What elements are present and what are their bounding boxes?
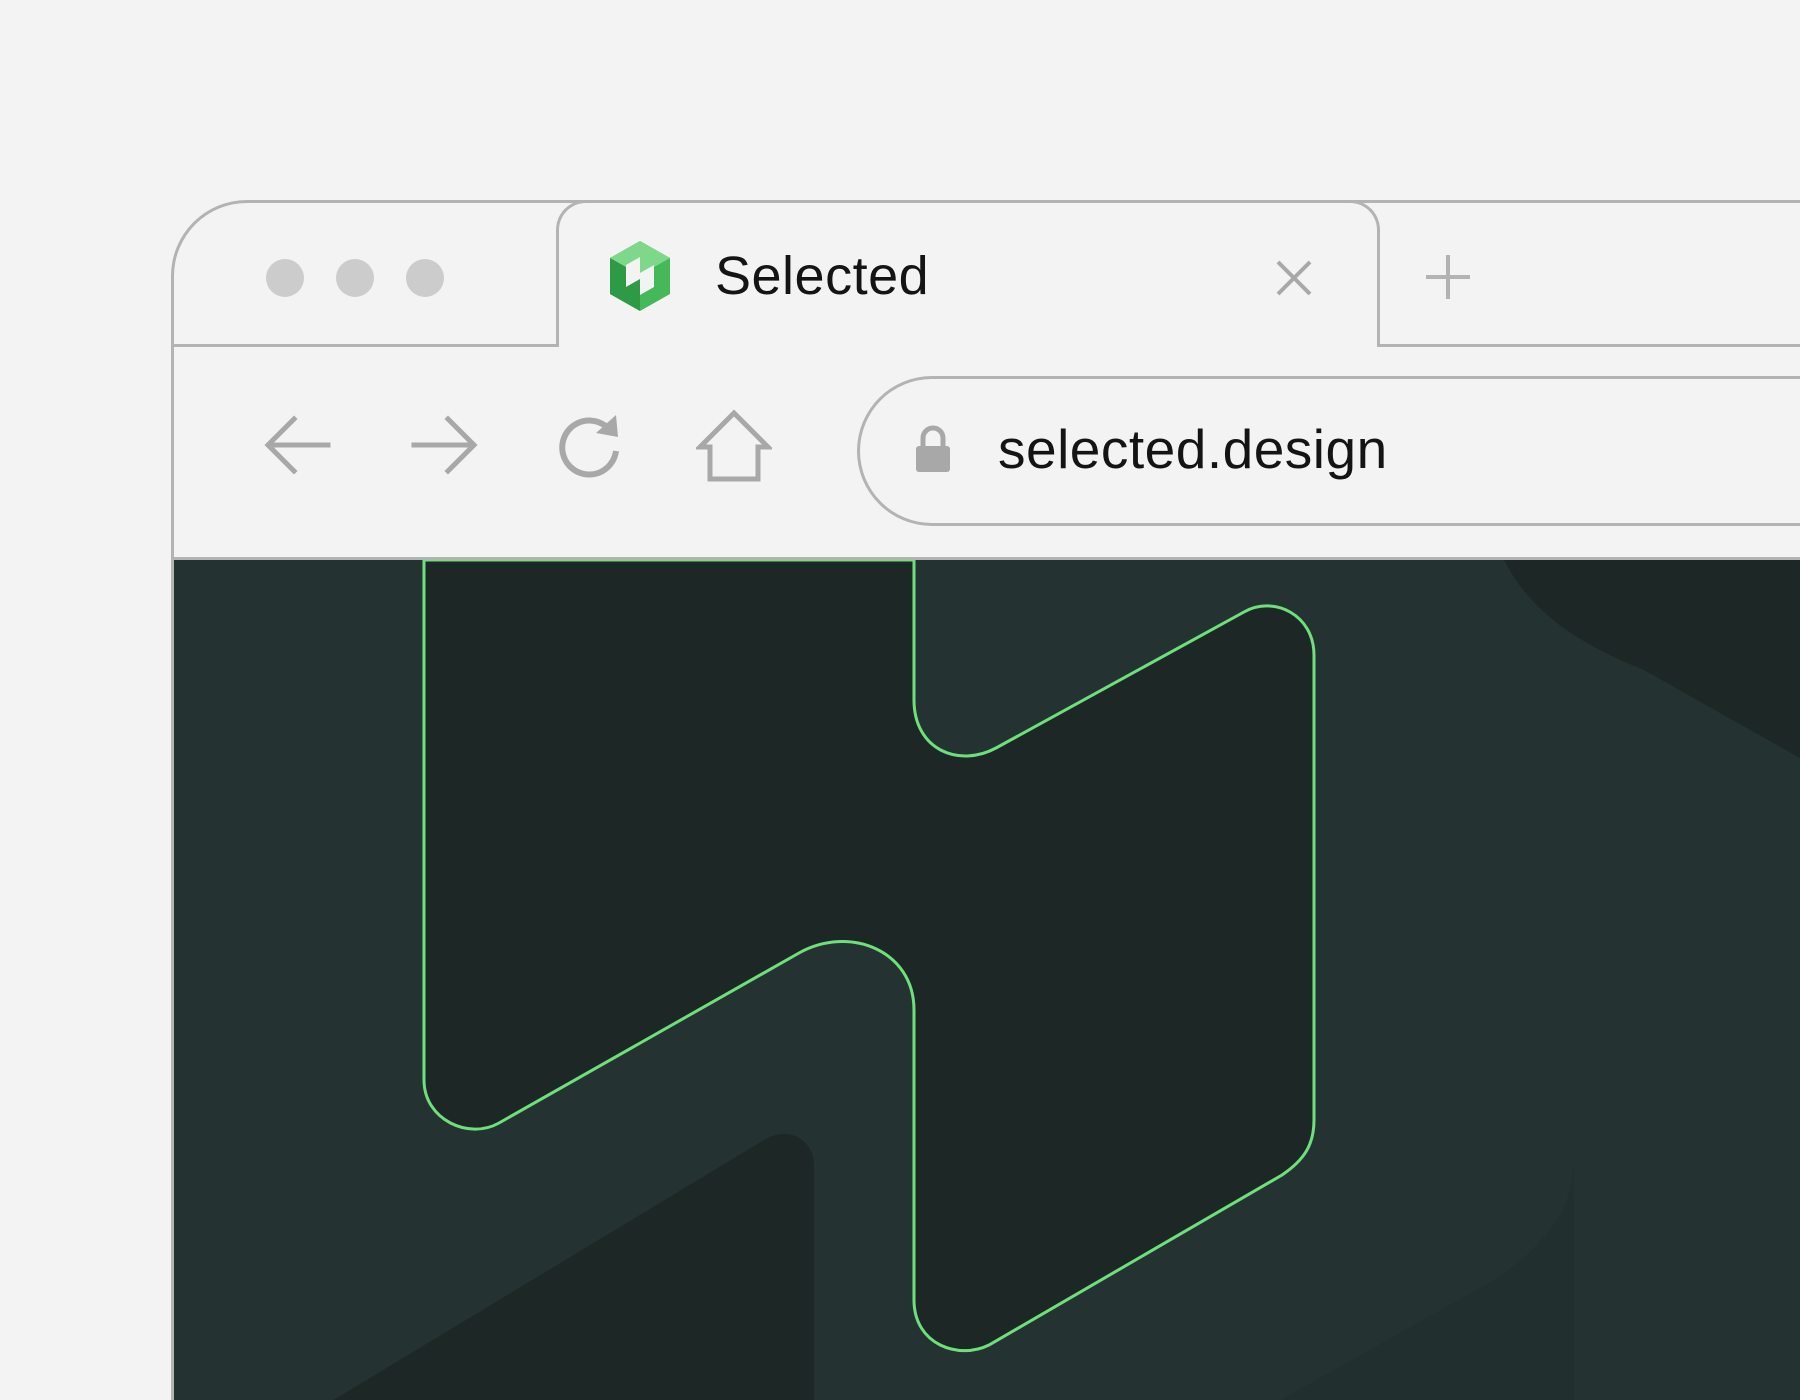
lock-icon <box>916 425 950 472</box>
logo-outline-shape <box>422 560 1316 1353</box>
address-bar[interactable]: selected.design <box>857 376 1800 526</box>
home-icon[interactable] <box>696 407 772 483</box>
arrow-right-icon[interactable] <box>406 407 482 483</box>
hero-graphic <box>333 560 1800 1400</box>
plus-icon[interactable] <box>1420 249 1476 305</box>
tab-title: Selected <box>715 246 930 306</box>
tab-selected[interactable]: Selected <box>556 203 1380 347</box>
window-control-dot[interactable] <box>266 259 304 297</box>
arrow-left-icon[interactable] <box>260 407 336 483</box>
window-control-dot[interactable] <box>406 259 444 297</box>
toolbar: selected.design <box>174 347 1800 557</box>
browser-window: Selected selected.design <box>171 200 1800 1400</box>
background-shape <box>1504 560 1800 759</box>
url-text[interactable]: selected.design <box>998 414 1388 484</box>
page-content <box>174 560 1800 1400</box>
background-shape <box>333 1134 814 1400</box>
close-icon[interactable] <box>1273 257 1315 299</box>
reload-icon[interactable] <box>552 407 628 483</box>
window-control-dot[interactable] <box>336 259 374 297</box>
selected-logo-icon <box>610 241 670 311</box>
tab-strip: Selected <box>174 203 1800 348</box>
